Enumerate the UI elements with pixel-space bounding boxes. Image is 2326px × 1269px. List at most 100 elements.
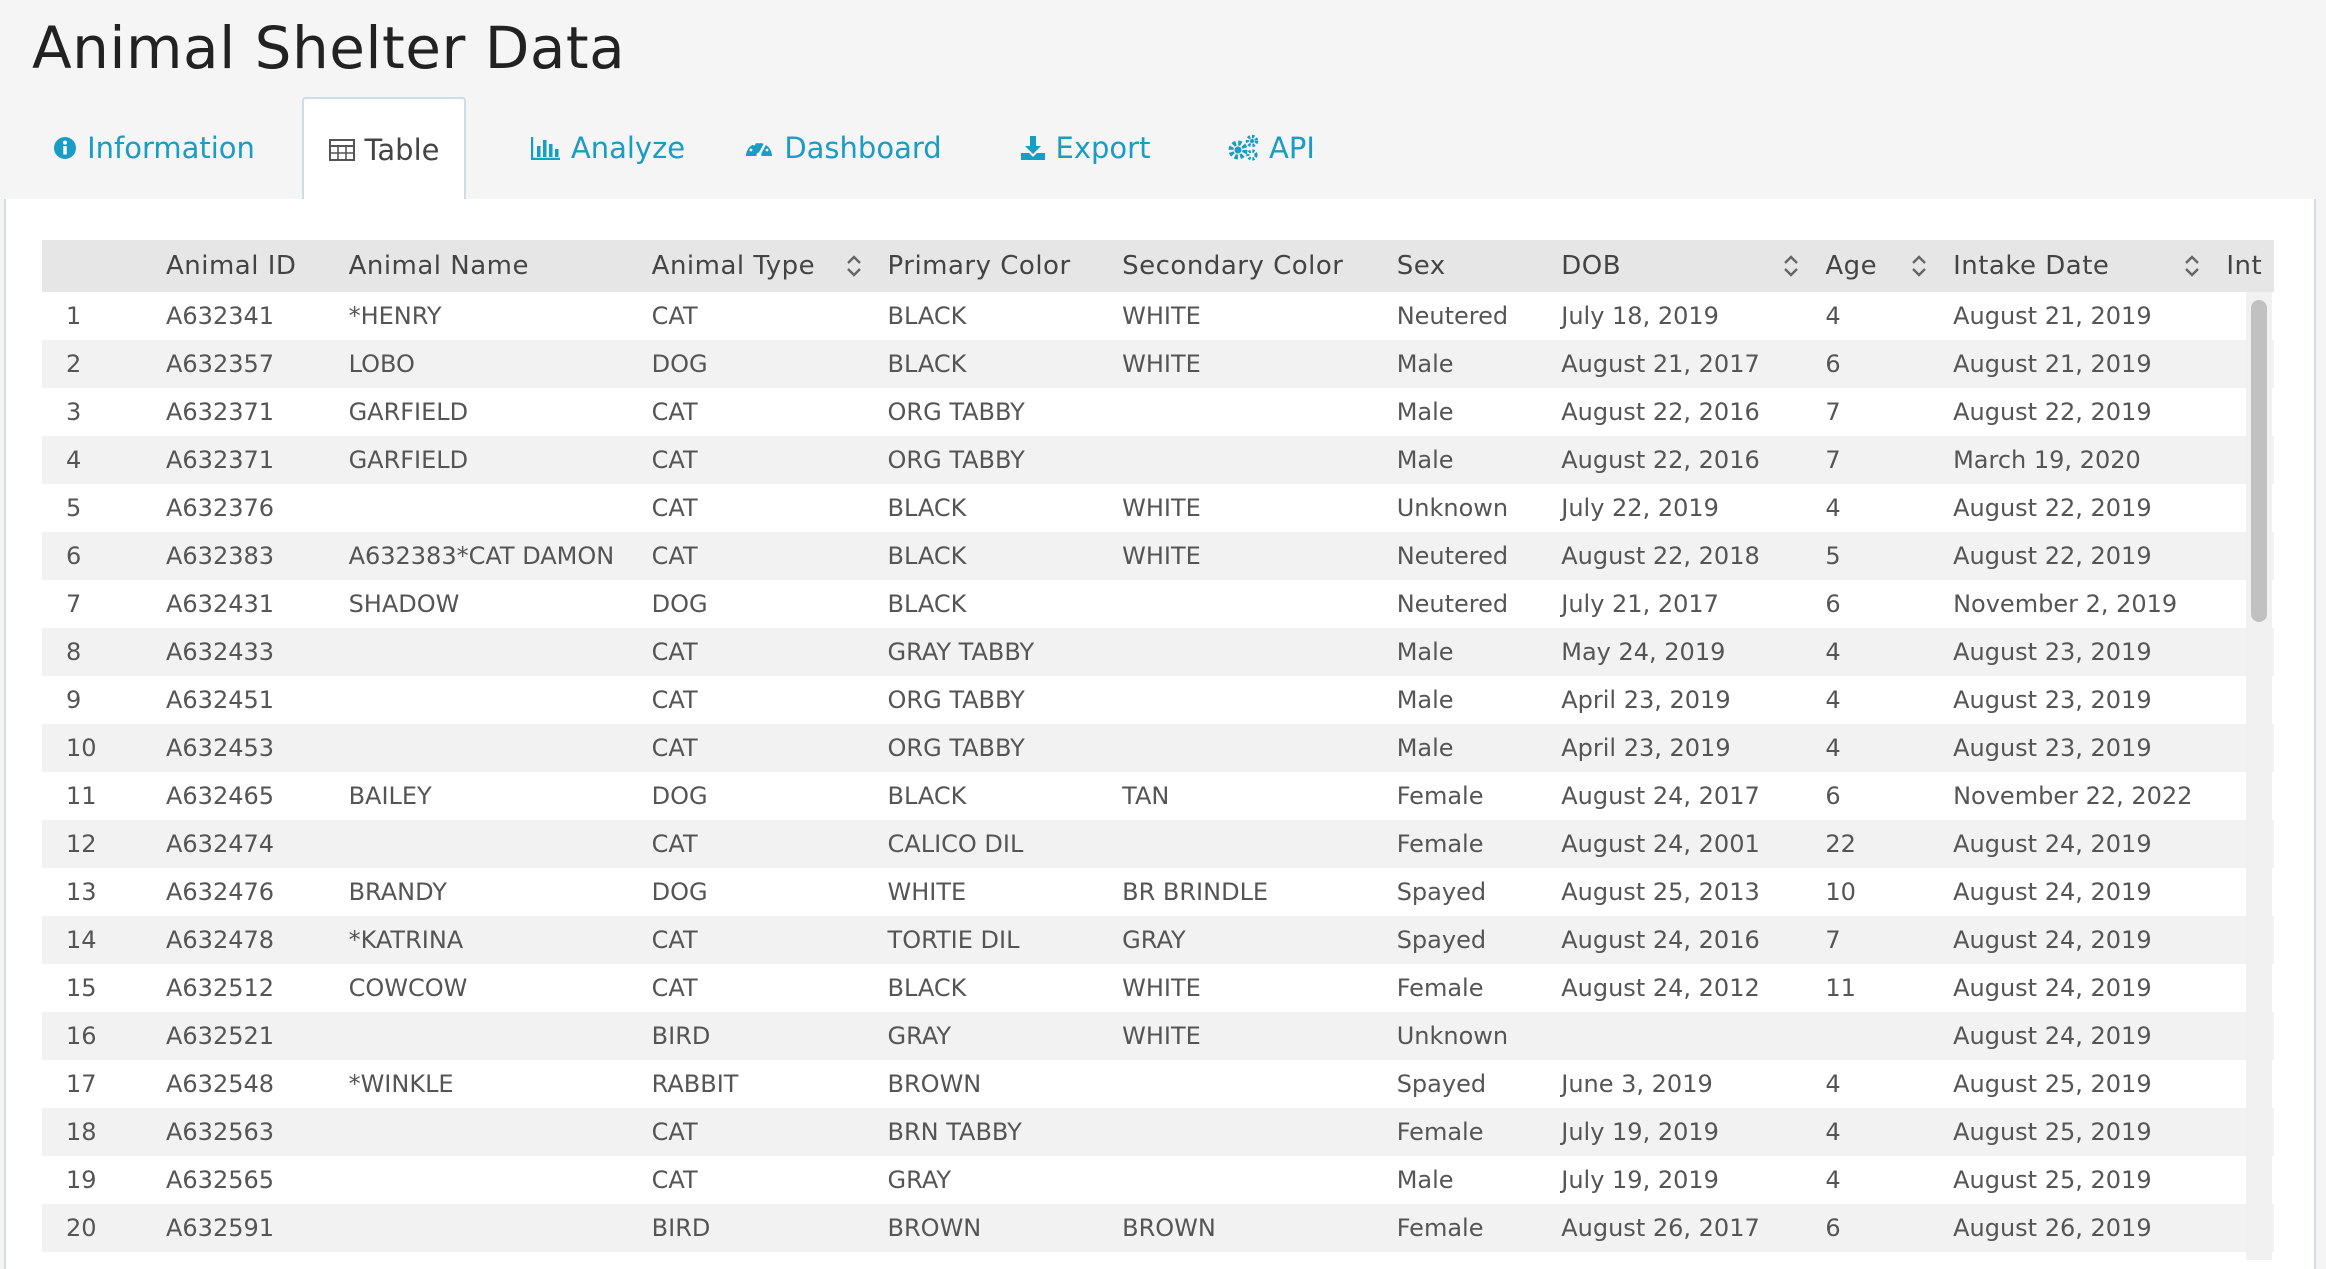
table-cell: 6	[1825, 590, 1841, 618]
table-cell: July 19, 2019	[1561, 1118, 1719, 1146]
table-cell: *HENRY	[348, 302, 442, 330]
table-row[interactable]: 17 A632548 *WINKLE RABBIT BROWN Spayed June 3,…	[42, 1060, 2274, 1108]
table-cell: August 24, 2001	[1561, 830, 1760, 858]
bar-chart-icon	[530, 136, 561, 160]
tab-api[interactable]: API	[1216, 97, 1326, 199]
table-cell: 10	[1825, 878, 1856, 906]
table-row[interactable]: 15 A632512 COWCOW CAT BLACK WHITE Female August…	[42, 964, 2274, 1012]
table-row[interactable]: 2 A632357 LOBO DOG BLACK WHITE Male August 21, …	[42, 340, 2274, 388]
sort-icon[interactable]	[846, 253, 862, 279]
header-dob[interactable]: DOB	[1549, 240, 1813, 292]
table-cell: RABBIT	[651, 1070, 739, 1098]
table-cell	[337, 484, 640, 532]
table-cell: August 23, 2019	[1953, 686, 2152, 714]
table-row[interactable]: 5 A632376 CAT BLACK WHITE Unknown July 22, 201…	[42, 484, 2274, 532]
tab-information-label: Information	[87, 131, 255, 165]
table-cell: WHITE	[887, 878, 967, 906]
table-cell: August 24, 2019	[1953, 830, 2152, 858]
table-cell: A632476	[165, 878, 275, 906]
table-row[interactable]: 7 A632431 SHADOW DOG BLACK Neutered July 21, 2…	[42, 580, 2274, 628]
table-cell: GRAY	[887, 1166, 952, 1194]
table-cell: WHITE	[1122, 974, 1201, 1002]
table-row[interactable]: 8 A632433 CAT GRAY TABBY Male May 24, 2019 4 Au…	[42, 628, 2274, 676]
table-cell: COWCOW	[348, 974, 468, 1002]
header-intake-truncated[interactable]: Int	[2214, 240, 2274, 292]
table-row[interactable]: 14 A632478 *KATRINA CAT TORTIE DIL GRAY Spayed…	[42, 916, 2274, 964]
tab-api-label: API	[1269, 131, 1315, 165]
table-cell: BLACK	[887, 542, 967, 570]
table-cell: BROWN	[887, 1214, 982, 1242]
table-cell: WHITE	[1122, 542, 1201, 570]
scrollbar-thumb[interactable]	[2251, 300, 2267, 622]
page-title: Animal Shelter Data	[32, 14, 626, 82]
row-index-cell: 6	[66, 542, 82, 570]
table-cell: CAT	[651, 830, 698, 858]
table-cell: A632371	[165, 446, 275, 474]
table-row[interactable]: 12 A632474 CAT CALICO DIL Female August 24, 2…	[42, 820, 2274, 868]
table-row[interactable]: 3 A632371 GARFIELD CAT ORG TABBY Male August 2…	[42, 388, 2274, 436]
header-animal-id[interactable]: Animal ID	[154, 240, 337, 292]
table-cell: Female	[1396, 782, 1484, 810]
table-cell: A632591	[165, 1214, 275, 1242]
table-row[interactable]: 19 A632565 CAT GRAY Male July 19, 2019 4 August…	[42, 1156, 2274, 1204]
table-row[interactable]: 6 A632383 A632383*CAT DAMON CAT BLACK WHITE Ne…	[42, 532, 2274, 580]
tab-export[interactable]: Export	[1010, 97, 1160, 199]
header-sex[interactable]: Sex	[1385, 240, 1550, 292]
table-cell: A632371	[165, 398, 275, 426]
header-animal-type[interactable]: Animal Type	[640, 240, 876, 292]
table-cell: 6	[1825, 350, 1841, 378]
sort-icon[interactable]	[1783, 253, 1799, 279]
table-cell: August 26, 2019	[1953, 1214, 2152, 1242]
table-scrollbar[interactable]	[2246, 292, 2272, 1260]
table-cell: A632357	[165, 350, 275, 378]
table-row[interactable]: 10 A632453 CAT ORG TABBY Male April 23, 2019 4…	[42, 724, 2274, 772]
table-cell: A632521	[165, 1022, 275, 1050]
table-cell: November 2, 2019	[1953, 590, 2178, 618]
table-cell: 6	[1825, 1214, 1841, 1242]
header-secondary-color[interactable]: Secondary Color	[1110, 240, 1385, 292]
table-icon	[328, 139, 355, 161]
table-cell: GRAY	[1122, 926, 1186, 954]
sort-icon[interactable]	[2184, 253, 2200, 279]
table-cell: 4	[1825, 734, 1841, 762]
table-cell: August 25, 2019	[1953, 1166, 2152, 1194]
tab-information[interactable]: Information	[46, 97, 262, 199]
row-index-cell: 10	[66, 734, 97, 762]
table-cell: 5	[1825, 542, 1841, 570]
header-primary-color[interactable]: Primary Color	[876, 240, 1111, 292]
table-cell	[337, 724, 640, 772]
table-cell	[337, 1204, 640, 1252]
table-cell: 4	[1825, 302, 1841, 330]
table-row[interactable]: 16 A632521 BIRD GRAY WHITE Unknown August 24, …	[42, 1012, 2274, 1060]
table-row[interactable]: 18 A632563 CAT BRN TABBY Female July 19, 2019…	[42, 1108, 2274, 1156]
table-row[interactable]: 11 A632465 BAILEY DOG BLACK TAN Female August 2…	[42, 772, 2274, 820]
sort-icon[interactable]	[1911, 253, 1927, 279]
header-animal-name[interactable]: Animal Name	[337, 240, 640, 292]
table-cell: August 25, 2019	[1953, 1070, 2152, 1098]
table-row[interactable]: 9 A632451 CAT ORG TABBY Male April 23, 2019 4 A…	[42, 676, 2274, 724]
table-cell: CAT	[651, 734, 698, 762]
table-row[interactable]: 1 A632341 *HENRY CAT BLACK WHITE Neutered July …	[42, 292, 2274, 340]
table-cell: August 24, 2016	[1561, 926, 1760, 954]
row-index-cell: 16	[66, 1022, 97, 1050]
table-row[interactable]: 13 A632476 BRANDY DOG WHITE BR BRINDLE Spayed A…	[42, 868, 2274, 916]
header-age[interactable]: Age	[1813, 240, 1941, 292]
table-cell: August 22, 2019	[1953, 542, 2152, 570]
table-cell: August 24, 2019	[1953, 926, 2152, 954]
tab-dashboard[interactable]: Dashboard	[746, 97, 942, 199]
table-cell: August 24, 2012	[1561, 974, 1760, 1002]
tab-analyze-label: Analyze	[570, 131, 686, 165]
table-cell: CAT	[651, 446, 698, 474]
table-cell: BAILEY	[348, 782, 432, 810]
tab-table[interactable]: Table	[302, 97, 466, 201]
tab-analyze[interactable]: Analyze	[512, 97, 704, 199]
header-intake-date[interactable]: Intake Date	[1941, 240, 2214, 292]
table-cell: A632383*CAT DAMON	[348, 542, 615, 570]
table-cell: TAN	[1122, 782, 1170, 810]
table-cell	[337, 1108, 640, 1156]
table-cell: April 23, 2019	[1561, 734, 1731, 762]
table-cell: November 22, 2022	[1953, 782, 2193, 810]
table-row[interactable]: 4 A632371 GARFIELD CAT ORG TABBY Male August 2…	[42, 436, 2274, 484]
table-row[interactable]: 20 A632591 BIRD BROWN BROWN Female August 26, …	[42, 1204, 2274, 1252]
table-cell: July 22, 2019	[1561, 494, 1719, 522]
